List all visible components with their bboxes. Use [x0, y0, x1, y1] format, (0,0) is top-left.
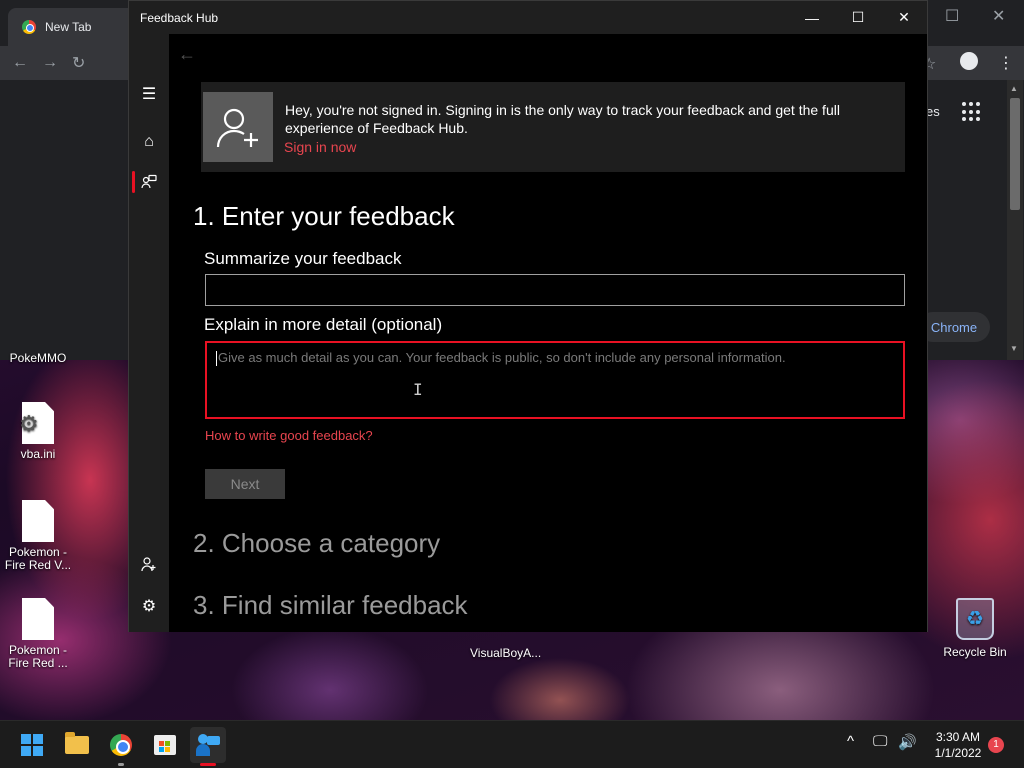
scroll-down-icon[interactable]: ▼ — [1010, 344, 1018, 353]
main-content: ← Hey, you're not signed in. Signing in … — [169, 34, 927, 632]
volume-icon[interactable]: 🔊 — [898, 733, 917, 751]
ibeam-cursor-icon: I — [413, 380, 423, 399]
sign-in-link[interactable]: Sign in now — [284, 139, 356, 155]
chrome-apps-grid-icon[interactable] — [962, 102, 982, 122]
file-icon — [22, 598, 54, 640]
desktop-icon-pokemmo[interactable]: PokeMMO — [3, 352, 73, 365]
window-title: Feedback Hub — [140, 10, 219, 25]
active-app-indicator — [200, 763, 216, 766]
back-arrow-icon[interactable]: ← — [178, 44, 196, 65]
detail-textarea[interactable]: Give as much detail as you can. Your fee… — [205, 341, 905, 419]
text-caret — [216, 351, 217, 367]
chrome-back-icon[interactable]: ← — [12, 54, 28, 72]
step-3-heading[interactable]: 3. Find similar feedback — [193, 590, 468, 621]
detail-label: Explain in more detail (optional) — [204, 315, 443, 334]
chrome-tab-title: New Tab — [45, 20, 92, 34]
running-indicator — [118, 763, 124, 766]
signin-banner: Hey, you're not signed in. Signing in is… — [201, 82, 905, 172]
clock[interactable]: 3:30 AM 1/1/2022 — [926, 729, 990, 761]
taskbar-store[interactable] — [147, 727, 183, 763]
chrome-close-icon[interactable]: ✕ — [992, 6, 1005, 26]
chrome-partial-text: es — [926, 104, 940, 119]
taskbar-feedback-hub[interactable] — [190, 727, 226, 766]
detail-placeholder: Give as much detail as you can. Your fee… — [218, 350, 786, 365]
recycle-bin-icon: ♻ — [956, 598, 994, 640]
desktop-icon-pokemon-fire-red-v[interactable]: Pokemon - Fire Red V... — [3, 500, 73, 572]
add-account-icon[interactable] — [129, 546, 169, 582]
file-icon — [22, 500, 54, 542]
chevron-up-icon[interactable]: ^ — [847, 733, 854, 750]
windows-logo-icon — [21, 734, 43, 756]
desktop-icon-label: VisualBoyA... — [470, 646, 542, 660]
title-bar[interactable]: Feedback Hub — ☐ ✕ — [129, 1, 927, 34]
next-button[interactable]: Next — [205, 469, 285, 499]
how-to-write-feedback-link[interactable]: How to write good feedback? — [205, 428, 373, 443]
chrome-forward-icon[interactable]: → — [42, 54, 58, 72]
store-icon — [154, 735, 176, 755]
nav-rail: ☰ ⌂ ⚙ — [129, 34, 169, 632]
close-button[interactable]: ✕ — [881, 1, 927, 34]
taskbar-chrome[interactable] — [103, 727, 139, 766]
taskbar: ^ 🖵 🔊 3:30 AM 1/1/2022 1 — [0, 720, 1024, 768]
signin-message: Hey, you're not signed in. Signing in is… — [285, 102, 840, 136]
feedback-nav-icon[interactable] — [129, 164, 169, 200]
add-user-avatar-icon — [203, 92, 273, 162]
minimize-button[interactable]: — — [789, 1, 835, 34]
chrome-scrollbar[interactable]: ▲ ▼ — [1007, 80, 1023, 360]
summary-label: Summarize your feedback — [204, 249, 402, 268]
time-text: 3:30 AM — [935, 730, 981, 744]
desktop-icon-label: Recycle Bin — [943, 645, 1007, 659]
desktop-icon-label: Pokemon - Fire Red ... — [8, 643, 68, 670]
chrome-favicon-icon — [22, 20, 36, 34]
desktop-icon-label: vba.ini — [20, 447, 56, 461]
desktop-icon-label: PokeMMO — [9, 351, 67, 365]
desktop-icon-recycle-bin[interactable]: ♻ Recycle Bin — [940, 598, 1010, 659]
chrome-menu-icon[interactable]: ⋮ — [998, 53, 1014, 73]
desktop-icon-label: Pokemon - Fire Red V... — [4, 545, 72, 572]
start-button[interactable] — [14, 727, 50, 763]
chrome-maximize-icon[interactable]: ☐ — [945, 6, 959, 26]
folder-icon — [65, 732, 89, 754]
home-icon[interactable]: ⌂ — [129, 124, 169, 160]
date-text: 1/1/2022 — [934, 746, 982, 760]
scroll-up-icon[interactable]: ▲ — [1010, 84, 1018, 93]
network-icon[interactable]: 🖵 — [873, 733, 887, 750]
chrome-pill-label: Chrome — [930, 319, 978, 335]
desktop-icon-pokemon-fire-red[interactable]: Pokemon - Fire Red ... — [3, 598, 73, 670]
notification-badge[interactable]: 1 — [988, 737, 1004, 753]
gear-icon: ⚙ — [19, 411, 39, 436]
chrome-pill-button[interactable]: Chrome — [918, 312, 990, 342]
taskbar-file-explorer[interactable] — [59, 727, 95, 763]
chrome-reload-icon[interactable]: ↻ — [72, 53, 85, 73]
maximize-button[interactable]: ☐ — [835, 1, 881, 34]
chrome-profile-icon[interactable] — [960, 52, 978, 70]
feedback-hub-icon — [196, 734, 220, 756]
desktop-icon-vba-ini[interactable]: ⚙ vba.ini — [3, 402, 73, 461]
settings-gear-icon[interactable]: ⚙ — [129, 588, 169, 624]
feedback-hub-window: Feedback Hub — ☐ ✕ ☰ ⌂ ⚙ ← Hey, you're n… — [128, 0, 928, 632]
chrome-icon — [110, 734, 132, 756]
desktop-icon-visualboyadvance[interactable]: VisualBoyA... — [470, 646, 542, 660]
scroll-thumb[interactable] — [1010, 98, 1020, 210]
step-1-heading: 1. Enter your feedback — [193, 201, 455, 231]
hamburger-menu-icon[interactable]: ☰ — [129, 76, 169, 112]
step-2-heading[interactable]: 2. Choose a category — [193, 528, 440, 559]
summary-input[interactable] — [205, 274, 905, 306]
